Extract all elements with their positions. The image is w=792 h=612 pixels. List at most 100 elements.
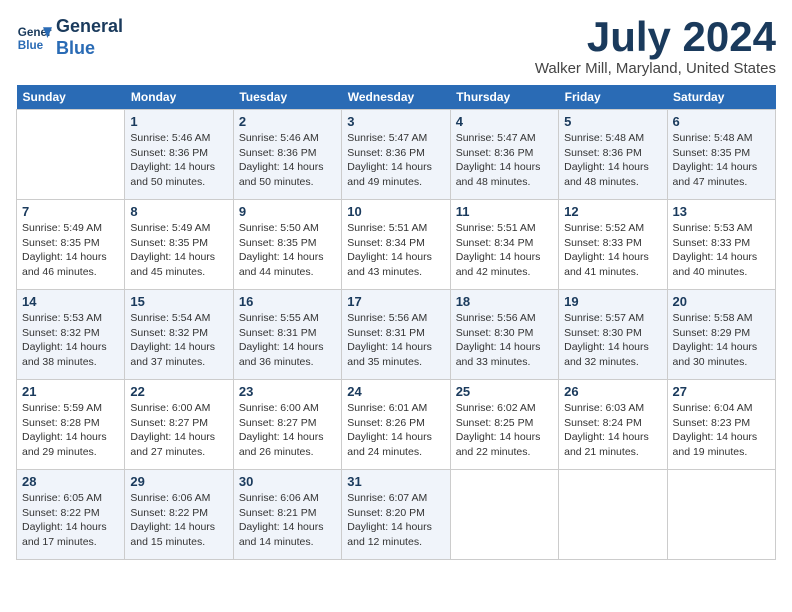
day-info: Sunrise: 6:00 AM Sunset: 8:27 PM Dayligh…	[239, 401, 336, 460]
day-number: 10	[347, 204, 444, 219]
day-info: Sunrise: 5:57 AM Sunset: 8:30 PM Dayligh…	[564, 311, 661, 370]
day-cell: 28 Sunrise: 6:05 AM Sunset: 8:22 PM Dayli…	[17, 470, 125, 560]
day-number: 14	[22, 294, 119, 309]
day-cell: 5Sunrise: 5:48 AM Sunset: 8:36 PM Daylig…	[559, 110, 667, 200]
day-info: Sunrise: 5:52 AM Sunset: 8:33 PM Dayligh…	[564, 221, 661, 280]
day-cell: 17 Sunrise: 5:56 AM Sunset: 8:31 PM Dayli…	[342, 290, 450, 380]
day-cell	[559, 470, 667, 560]
day-info: Sunrise: 5:46 AM Sunset: 8:36 PM Dayligh…	[239, 131, 336, 190]
svg-text:Blue: Blue	[18, 38, 44, 51]
day-number: 23	[239, 384, 336, 399]
day-number: 7	[22, 204, 119, 219]
day-cell: 13 Sunrise: 5:53 AM Sunset: 8:33 PM Dayli…	[667, 200, 775, 290]
day-number: 8	[130, 204, 227, 219]
day-number: 11	[456, 204, 553, 219]
day-cell: 3Sunrise: 5:47 AM Sunset: 8:36 PM Daylig…	[342, 110, 450, 200]
day-cell	[17, 110, 125, 200]
day-info: Sunrise: 5:50 AM Sunset: 8:35 PM Dayligh…	[239, 221, 336, 280]
day-cell: 24 Sunrise: 6:01 AM Sunset: 8:26 PM Dayli…	[342, 380, 450, 470]
week-row-5: 28 Sunrise: 6:05 AM Sunset: 8:22 PM Dayli…	[17, 470, 776, 560]
weekday-thursday: Thursday	[450, 85, 558, 110]
day-cell: 25Sunrise: 6:02 AM Sunset: 8:25 PM Dayli…	[450, 380, 558, 470]
day-cell	[450, 470, 558, 560]
weekday-header-row: SundayMondayTuesdayWednesdayThursdayFrid…	[17, 85, 776, 110]
day-cell: 2 Sunrise: 5:46 AM Sunset: 8:36 PM Daylig…	[233, 110, 341, 200]
day-number: 1	[130, 114, 227, 129]
day-info: Sunrise: 5:54 AM Sunset: 8:32 PM Dayligh…	[130, 311, 227, 370]
day-info: Sunrise: 5:48 AM Sunset: 8:36 PM Dayligh…	[564, 131, 661, 190]
day-number: 17	[347, 294, 444, 309]
day-number: 20	[673, 294, 770, 309]
day-cell: 20 Sunrise: 5:58 AM Sunset: 8:29 PM Dayli…	[667, 290, 775, 380]
weekday-friday: Friday	[559, 85, 667, 110]
day-info: Sunrise: 5:46 AM Sunset: 8:36 PM Dayligh…	[130, 131, 227, 190]
day-info: Sunrise: 6:06 AM Sunset: 8:22 PM Dayligh…	[130, 491, 227, 550]
weekday-sunday: Sunday	[17, 85, 125, 110]
week-row-4: 21 Sunrise: 5:59 AM Sunset: 8:28 PM Dayli…	[17, 380, 776, 470]
day-cell: 31 Sunrise: 6:07 AM Sunset: 8:20 PM Dayli…	[342, 470, 450, 560]
day-info: Sunrise: 6:04 AM Sunset: 8:23 PM Dayligh…	[673, 401, 770, 460]
day-info: Sunrise: 5:51 AM Sunset: 8:34 PM Dayligh…	[347, 221, 444, 280]
day-number: 13	[673, 204, 770, 219]
day-info: Sunrise: 5:56 AM Sunset: 8:31 PM Dayligh…	[347, 311, 444, 370]
weekday-saturday: Saturday	[667, 85, 775, 110]
day-cell: 7 Sunrise: 5:49 AM Sunset: 8:35 PM Daylig…	[17, 200, 125, 290]
day-info: Sunrise: 5:56 AM Sunset: 8:30 PM Dayligh…	[456, 311, 553, 370]
day-cell: 6 Sunrise: 5:48 AM Sunset: 8:35 PM Daylig…	[667, 110, 775, 200]
day-cell: 22Sunrise: 6:00 AM Sunset: 8:27 PM Dayli…	[125, 380, 233, 470]
day-cell: 16Sunrise: 5:55 AM Sunset: 8:31 PM Dayli…	[233, 290, 341, 380]
day-number: 31	[347, 474, 444, 489]
day-number: 6	[673, 114, 770, 129]
day-number: 2	[239, 114, 336, 129]
day-number: 28	[22, 474, 119, 489]
calendar-body: 1 Sunrise: 5:46 AM Sunset: 8:36 PM Daylig…	[17, 110, 776, 560]
day-info: Sunrise: 6:07 AM Sunset: 8:20 PM Dayligh…	[347, 491, 444, 550]
logo-icon: General Blue	[16, 20, 52, 56]
day-cell: 18Sunrise: 5:56 AM Sunset: 8:30 PM Dayli…	[450, 290, 558, 380]
day-info: Sunrise: 6:05 AM Sunset: 8:22 PM Dayligh…	[22, 491, 119, 550]
day-info: Sunrise: 6:03 AM Sunset: 8:24 PM Dayligh…	[564, 401, 661, 460]
week-row-1: 1 Sunrise: 5:46 AM Sunset: 8:36 PM Daylig…	[17, 110, 776, 200]
page-header: General Blue General Blue July 2024 Walk…	[16, 16, 776, 77]
day-info: Sunrise: 5:47 AM Sunset: 8:36 PM Dayligh…	[347, 131, 444, 190]
week-row-2: 7 Sunrise: 5:49 AM Sunset: 8:35 PM Daylig…	[17, 200, 776, 290]
week-row-3: 14Sunrise: 5:53 AM Sunset: 8:32 PM Dayli…	[17, 290, 776, 380]
day-info: Sunrise: 5:58 AM Sunset: 8:29 PM Dayligh…	[673, 311, 770, 370]
day-cell: 29Sunrise: 6:06 AM Sunset: 8:22 PM Dayli…	[125, 470, 233, 560]
day-number: 24	[347, 384, 444, 399]
day-number: 15	[130, 294, 227, 309]
day-info: Sunrise: 5:59 AM Sunset: 8:28 PM Dayligh…	[22, 401, 119, 460]
day-info: Sunrise: 5:49 AM Sunset: 8:35 PM Dayligh…	[22, 221, 119, 280]
day-cell	[667, 470, 775, 560]
day-cell: 26 Sunrise: 6:03 AM Sunset: 8:24 PM Dayli…	[559, 380, 667, 470]
day-info: Sunrise: 6:00 AM Sunset: 8:27 PM Dayligh…	[130, 401, 227, 460]
day-number: 21	[22, 384, 119, 399]
day-number: 26	[564, 384, 661, 399]
day-cell: 11Sunrise: 5:51 AM Sunset: 8:34 PM Dayli…	[450, 200, 558, 290]
day-cell: 9Sunrise: 5:50 AM Sunset: 8:35 PM Daylig…	[233, 200, 341, 290]
day-cell: 19 Sunrise: 5:57 AM Sunset: 8:30 PM Dayli…	[559, 290, 667, 380]
day-number: 27	[673, 384, 770, 399]
day-number: 30	[239, 474, 336, 489]
day-cell: 10 Sunrise: 5:51 AM Sunset: 8:34 PM Dayli…	[342, 200, 450, 290]
day-cell: 4Sunrise: 5:47 AM Sunset: 8:36 PM Daylig…	[450, 110, 558, 200]
day-number: 19	[564, 294, 661, 309]
month-title: July 2024	[535, 16, 776, 58]
day-cell: 21 Sunrise: 5:59 AM Sunset: 8:28 PM Dayli…	[17, 380, 125, 470]
weekday-monday: Monday	[125, 85, 233, 110]
day-info: Sunrise: 5:48 AM Sunset: 8:35 PM Dayligh…	[673, 131, 770, 190]
day-number: 12	[564, 204, 661, 219]
day-cell: 8 Sunrise: 5:49 AM Sunset: 8:35 PM Daylig…	[125, 200, 233, 290]
day-info: Sunrise: 5:53 AM Sunset: 8:33 PM Dayligh…	[673, 221, 770, 280]
title-block: July 2024 Walker Mill, Maryland, United …	[535, 16, 776, 77]
location: Walker Mill, Maryland, United States	[535, 60, 776, 77]
calendar-table: SundayMondayTuesdayWednesdayThursdayFrid…	[16, 85, 776, 560]
day-info: Sunrise: 5:49 AM Sunset: 8:35 PM Dayligh…	[130, 221, 227, 280]
day-number: 4	[456, 114, 553, 129]
day-number: 16	[239, 294, 336, 309]
day-number: 25	[456, 384, 553, 399]
day-info: Sunrise: 6:06 AM Sunset: 8:21 PM Dayligh…	[239, 491, 336, 550]
weekday-wednesday: Wednesday	[342, 85, 450, 110]
day-info: Sunrise: 6:01 AM Sunset: 8:26 PM Dayligh…	[347, 401, 444, 460]
day-cell: 14Sunrise: 5:53 AM Sunset: 8:32 PM Dayli…	[17, 290, 125, 380]
